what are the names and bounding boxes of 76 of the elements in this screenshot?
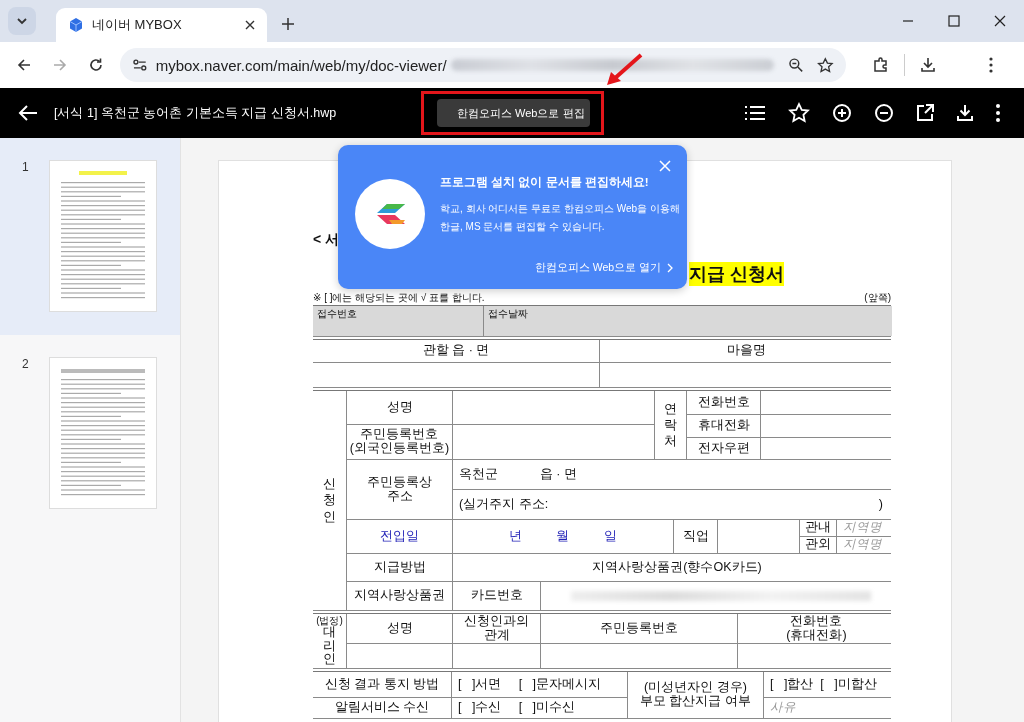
table-cell: 마을명 bbox=[600, 340, 892, 362]
new-tab-icon[interactable] bbox=[281, 17, 295, 31]
table-cell: 관외 bbox=[800, 537, 836, 553]
puzzle-icon[interactable] bbox=[872, 56, 890, 74]
table-cell: 전입일 bbox=[347, 520, 452, 553]
page-thumbnail-drawing[interactable] bbox=[49, 160, 157, 312]
back-icon[interactable] bbox=[18, 104, 38, 122]
external-link-icon[interactable] bbox=[916, 104, 934, 122]
table-cell: 년 월 일 bbox=[453, 520, 673, 553]
page-number: 2 bbox=[22, 357, 30, 371]
star-icon[interactable] bbox=[817, 56, 834, 74]
download-icon[interactable] bbox=[919, 56, 937, 74]
table-cell: 신청 결과 통지 방법 bbox=[313, 672, 451, 697]
list-icon[interactable] bbox=[744, 104, 766, 122]
browser-tab[interactable]: 네이버 MYBOX bbox=[56, 8, 267, 42]
table-cell: 직업 bbox=[674, 520, 717, 553]
table-cell: 카드번호 bbox=[453, 582, 540, 610]
tab-list-button[interactable] bbox=[8, 7, 36, 35]
chevron-right-icon bbox=[667, 263, 673, 273]
table-cell: 신청인 bbox=[313, 391, 346, 610]
annotation-arrow bbox=[605, 52, 645, 88]
form-heading: < 서 bbox=[313, 231, 335, 249]
page-thumbnail-drawing[interactable] bbox=[49, 357, 157, 509]
zoom-out-icon[interactable] bbox=[874, 103, 894, 123]
page-item[interactable]: 2 bbox=[0, 335, 180, 532]
url-text: mybox.naver.com/main/web/my/doc-viewer/ bbox=[155, 56, 447, 74]
tab-title: 네이버 MYBOX bbox=[92, 16, 183, 34]
download-icon[interactable] bbox=[956, 104, 974, 122]
table-cell: 지급방법 bbox=[347, 554, 452, 581]
address-label: (실거주지 주소: bbox=[459, 497, 549, 512]
zoom-in-icon[interactable] bbox=[832, 103, 852, 123]
table-cell: 알림서비스 수신 bbox=[313, 698, 451, 718]
menu-icon[interactable] bbox=[989, 57, 993, 73]
chevron-logo-icon bbox=[355, 179, 425, 249]
chevron-down-icon bbox=[16, 15, 28, 27]
site-settings-icon[interactable] bbox=[132, 57, 148, 73]
page-side-label: (앞쪽) bbox=[864, 291, 891, 305]
maximize-icon[interactable] bbox=[948, 15, 960, 27]
table-cell: 신청인과의 관계 bbox=[453, 614, 540, 643]
table-cell: 접수번호 bbox=[313, 306, 483, 336]
reload-icon[interactable] bbox=[88, 57, 104, 73]
document-title: [서식 1] 옥천군 농어촌 기본소득 지급 신청서.hwp bbox=[54, 104, 337, 122]
table-cell: 성명 bbox=[347, 614, 452, 643]
closing-bracket: ) bbox=[878, 497, 883, 512]
popup-title: 프로그램 설치 없이 문서를 편집하세요! bbox=[440, 175, 650, 190]
table-cell: 관내 bbox=[800, 520, 836, 536]
table-cell: [ ]합산 [ ]미합산 bbox=[764, 672, 894, 697]
page-number: 1 bbox=[22, 160, 30, 174]
table-cell: 성명 bbox=[347, 391, 452, 424]
address-bar[interactable]: mybox.naver.com/main/web/my/doc-viewer/ bbox=[120, 48, 846, 82]
zoom-icon[interactable] bbox=[787, 57, 804, 73]
table-cell: 주민등록번호 bbox=[541, 614, 737, 643]
table-cell: 지역사랑상품권 bbox=[347, 582, 452, 610]
table-cell: [ ]수신 [ ]미수신 bbox=[452, 698, 627, 718]
placeholder-text: 사유 bbox=[764, 698, 894, 718]
edit-button[interactable]: 한컴오피스 Web으로 편집 bbox=[437, 99, 590, 127]
table-cell: 연락처 bbox=[655, 391, 686, 459]
table-cell: 주민등록번호 (외국인등록번호) bbox=[347, 425, 452, 459]
table-cell: [ ]서면 [ ]문자메시지 bbox=[452, 672, 627, 697]
form-note: ※ [ ]에는 해당되는 곳에 √ 표를 합니다. bbox=[313, 291, 485, 305]
back-icon[interactable] bbox=[16, 57, 32, 73]
cube-icon bbox=[68, 17, 84, 33]
page-item[interactable]: 1 bbox=[0, 138, 180, 335]
table-cell: 전자우편 bbox=[687, 438, 760, 459]
table-cell: 전화번호 bbox=[687, 391, 760, 414]
form-title: 지급 신청서 bbox=[689, 262, 784, 286]
menu-icon[interactable] bbox=[996, 104, 1000, 122]
table-cell: (법정) 대리인 bbox=[313, 614, 346, 668]
table-cell: 접수날짜 bbox=[484, 306, 892, 336]
close-icon[interactable] bbox=[994, 15, 1006, 27]
table-cell: 휴대전화 bbox=[687, 415, 760, 437]
table-cell: 주민등록상 주소 bbox=[347, 460, 452, 519]
table-cell: (미성년자인 경우) 부모 합산지급 여부 bbox=[628, 672, 763, 718]
close-icon[interactable] bbox=[245, 20, 255, 30]
popup-message: 학교, 회사 어디서든 무료로 한컴오피스 Web을 이용해 한글, MS 문서를 편집할 수 있습니다. bbox=[440, 202, 680, 234]
table-cell: 관할 읍 · 면 bbox=[313, 340, 599, 362]
